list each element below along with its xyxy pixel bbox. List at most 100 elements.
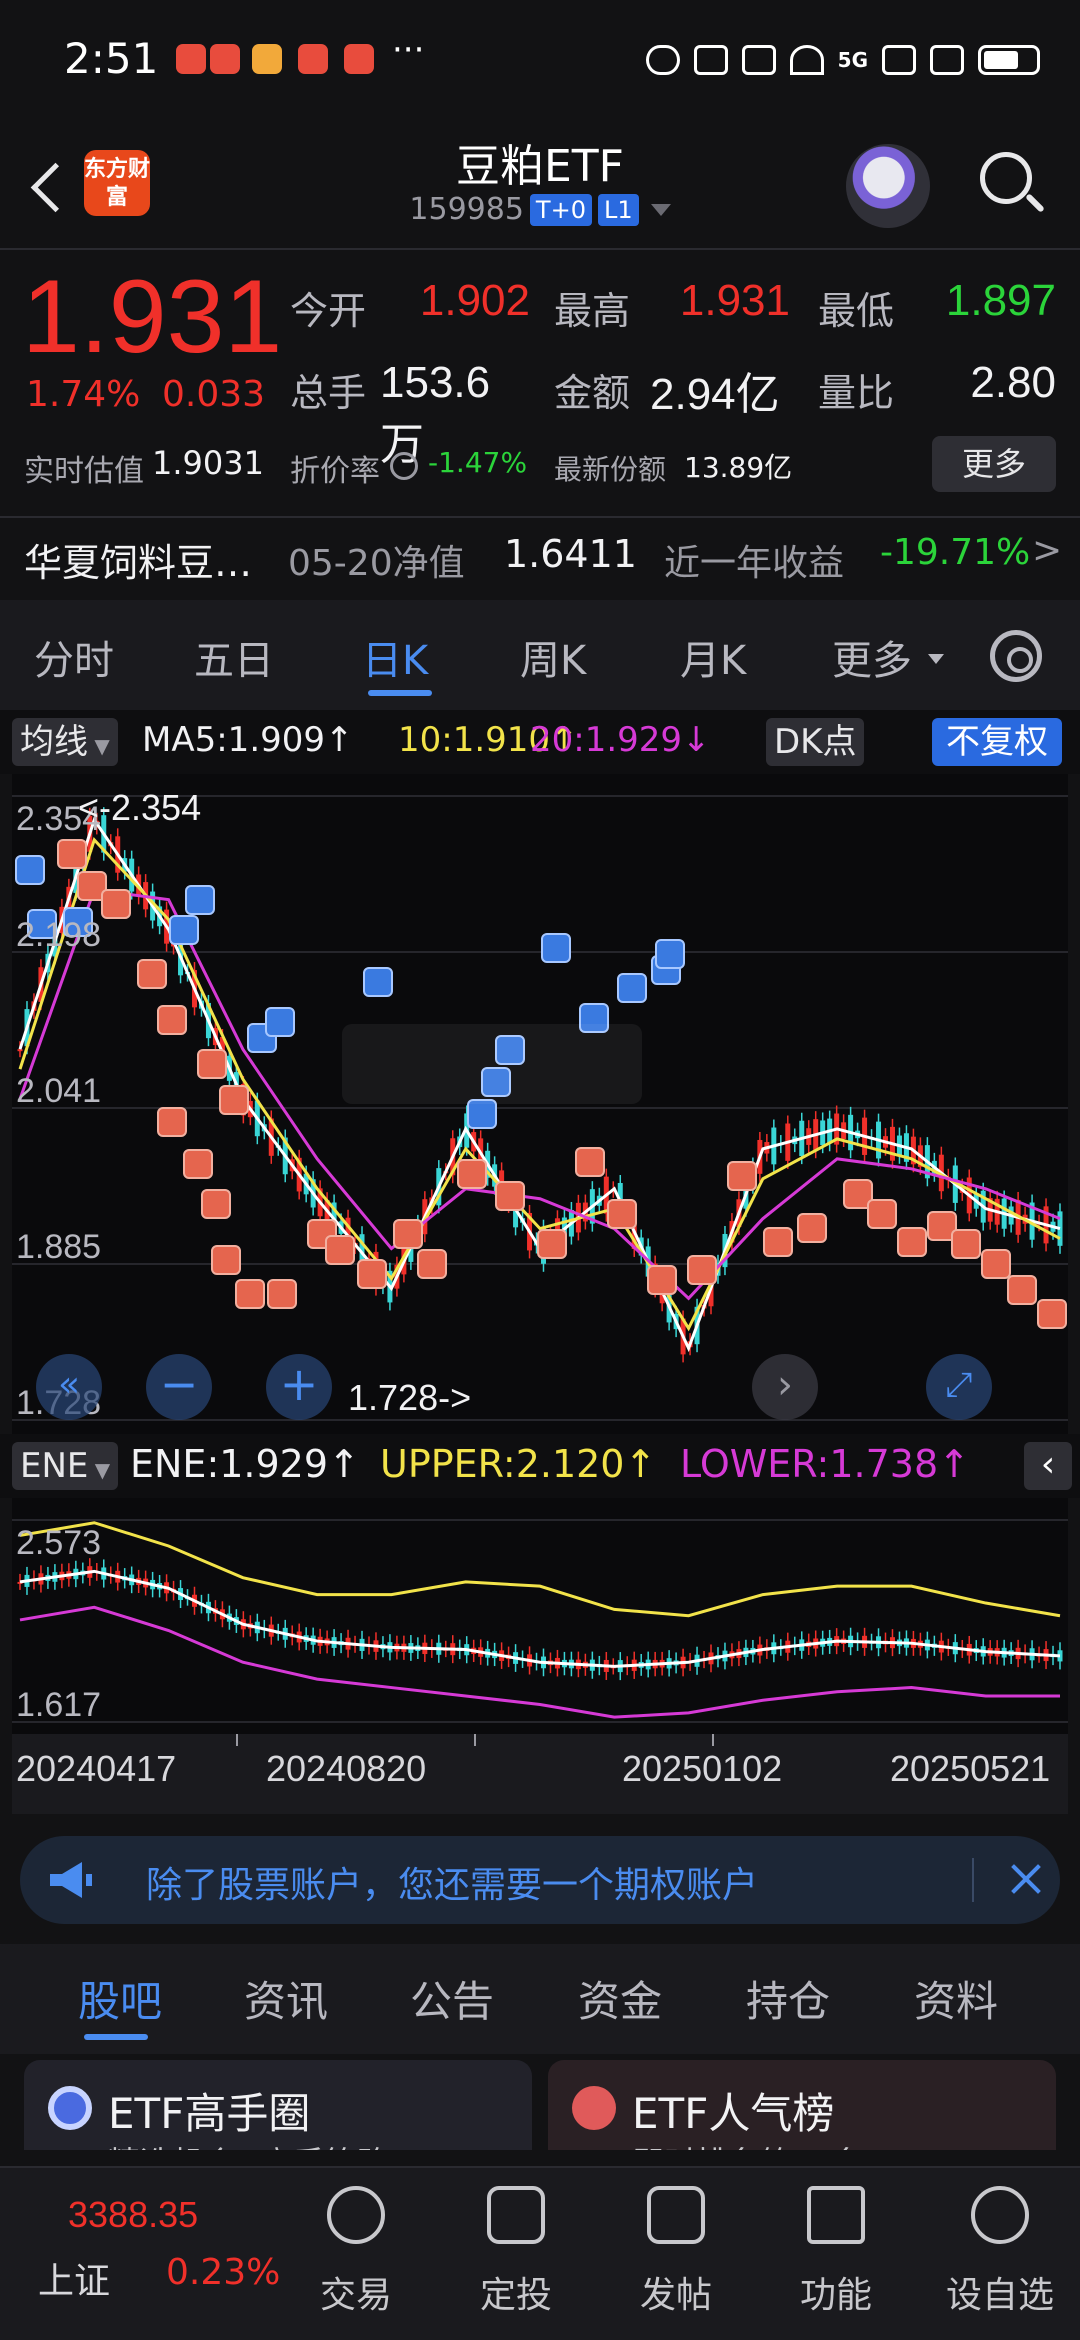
lower-value: LOWER:1.738↑ — [680, 1442, 970, 1486]
series-line-upper — [19, 1521, 1061, 1618]
nav-label: 功能 — [799, 2275, 872, 2316]
tab-intraday[interactable]: 分时 — [34, 628, 114, 686]
change-amount: 0.033 — [162, 374, 266, 415]
zoom-out-button[interactable]: − — [146, 1354, 212, 1420]
collapse-button[interactable]: ‹ — [1024, 1442, 1072, 1490]
caret-down-icon: ▼ — [88, 734, 110, 758]
card-title: ETF人气榜 — [632, 2089, 835, 2138]
date-label: 20240820 — [266, 1748, 427, 1789]
options-account-banner[interactable]: 除了股票账户，您还需要一个期权账户 — [20, 1836, 1060, 1924]
linked-fund-row[interactable]: 华夏饲料豆… 05-20净值 1.6411 近一年收益 -19.71% > — [0, 522, 1080, 594]
tab-fund-flow[interactable]: 资金 — [578, 1968, 662, 2029]
nav-fixed-invest[interactable]: 定投 — [446, 2176, 586, 2336]
ranking-icon — [572, 2086, 616, 2130]
nav-label: 交易 — [319, 2275, 392, 2316]
prev-page-button[interactable]: « — [36, 1354, 102, 1420]
dk-point-toggle[interactable]: DK点 — [766, 718, 865, 766]
buy-marker — [201, 1189, 231, 1219]
shares-value: 13.89亿 — [684, 451, 793, 484]
buy-marker — [235, 1279, 265, 1309]
settings-gear-icon[interactable] — [990, 630, 1042, 682]
tab-monthly-k[interactable]: 月K — [680, 628, 746, 686]
buy-marker — [457, 1159, 487, 1189]
search-button[interactable] — [980, 152, 1045, 216]
y-tick-label: 2.573 — [16, 1524, 101, 1562]
nav-functions[interactable]: 功能 — [766, 2176, 906, 2336]
nfc-icon — [693, 45, 728, 75]
buy-marker — [219, 1085, 249, 1115]
buy-marker — [57, 839, 87, 869]
y-tick-label: 1.885 — [16, 1228, 101, 1266]
index-name: 上证 — [38, 2261, 111, 2302]
low-annotation: 1.728-> — [348, 1377, 471, 1418]
date-label: 20250521 — [890, 1748, 1051, 1789]
buy-marker — [357, 1259, 387, 1289]
caret-down-icon: ▼ — [88, 1458, 111, 1482]
nav-label: 定投 — [479, 2275, 552, 2316]
buy-marker — [495, 1181, 525, 1211]
kline-period-tabs: 分时 五日 日K 周K 月K 更多 — [0, 600, 1080, 710]
assistant-robot-icon[interactable] — [846, 144, 930, 228]
ene-chart[interactable]: 2.573 1.617 — [12, 1498, 1068, 1734]
buy-marker — [537, 1229, 567, 1259]
nav-value: 1.6411 — [504, 532, 637, 576]
nav-label: 发帖 — [639, 2275, 712, 2316]
tab-announcements[interactable]: 公告 — [410, 1968, 494, 2029]
buy-marker — [575, 1147, 605, 1177]
buy-marker — [1037, 1299, 1067, 1329]
tab-news[interactable]: 资讯 — [244, 1968, 328, 2029]
nav-add-watchlist[interactable]: 设自选 — [930, 2176, 1070, 2336]
y-tick-label: 1.617 — [16, 1686, 101, 1724]
tab-weekly-k[interactable]: 周K — [520, 628, 586, 686]
bottom-navigation: 3388.35 上证 0.23% 交易 定投 发帖 功能 设自选 — [0, 2166, 1080, 2340]
t0-tag: T+0 — [529, 193, 592, 226]
fullscreen-button[interactable]: ⤢ — [926, 1354, 992, 1420]
edit-icon — [647, 2186, 705, 2244]
tab-profile[interactable]: 资料 — [914, 1968, 998, 2029]
indicator-selector[interactable]: 均线 ▼ — [12, 718, 118, 766]
buy-marker — [797, 1213, 827, 1243]
sub-indicator-selector[interactable]: ENE ▼ — [12, 1442, 119, 1490]
index-change: 0.23% — [166, 2252, 281, 2293]
app-header: 东方财富 豆粕ETF 159985 T+0 L1 — [0, 120, 1080, 250]
close-icon[interactable] — [1006, 1858, 1046, 1898]
zoom-in-button[interactable]: + — [266, 1354, 332, 1420]
low-value: 1.897 — [945, 276, 1056, 325]
network-type: 5G — [837, 48, 868, 72]
change-percent: 1.74% — [26, 374, 141, 415]
more-icon — [971, 2186, 1029, 2244]
iopv-value: 1.9031 — [152, 444, 264, 482]
nav-post[interactable]: 发帖 — [606, 2176, 746, 2336]
yen-icon — [327, 2186, 385, 2244]
kline-svg: 2.3542.1982.0411.8851.728<-2.3541.728-> — [12, 787, 1068, 1422]
tab-more[interactable]: 更多 — [832, 628, 912, 686]
circle-logo-icon — [48, 2086, 92, 2130]
kline-chart[interactable]: 2.3542.1982.0411.8851.728<-2.3541.728-> … — [12, 774, 1068, 1434]
ma5-value: MA5:1.909↑ — [142, 720, 354, 760]
tab-guba[interactable]: 股吧 — [78, 1968, 162, 2029]
iopv-label: 实时估值 — [24, 454, 144, 489]
level-tag: L1 — [597, 193, 639, 226]
return-value: -19.71% — [880, 532, 1031, 573]
grid-icon — [807, 2186, 865, 2244]
tab-holdings[interactable]: 持仓 — [746, 1968, 830, 2029]
adjust-mode-button[interactable]: 不复权 — [932, 718, 1062, 766]
etf-popularity-card[interactable]: ETF人气榜 即时排名第44名 — [548, 2060, 1056, 2150]
notification-app-icon — [252, 44, 282, 74]
info-icon[interactable] — [390, 452, 418, 480]
sell-marker — [541, 933, 571, 963]
buy-marker — [197, 1049, 227, 1079]
date-label: 20240417 — [16, 1748, 177, 1789]
index-ticker[interactable]: 3388.35 上证 0.23% — [0, 2168, 290, 2340]
buy-marker — [897, 1227, 927, 1257]
nav-trade[interactable]: 交易 — [286, 2176, 426, 2336]
etf-expert-circle-card[interactable]: ETF高手圈 精选机会&高手策略 — [24, 2060, 532, 2150]
high-label: 最高 — [554, 289, 631, 333]
buy-marker — [981, 1249, 1011, 1279]
tab-daily-k[interactable]: 日K — [362, 628, 428, 686]
tab-five-day[interactable]: 五日 — [194, 628, 274, 686]
next-page-button[interactable]: › — [752, 1354, 818, 1420]
buy-marker — [951, 1229, 981, 1259]
ma-legend-row: 均线 ▼ MA5:1.909↑ 10:1.910↑ 20:1.929↓ DK点 … — [0, 710, 1080, 774]
more-button[interactable]: 更多 — [932, 436, 1056, 492]
